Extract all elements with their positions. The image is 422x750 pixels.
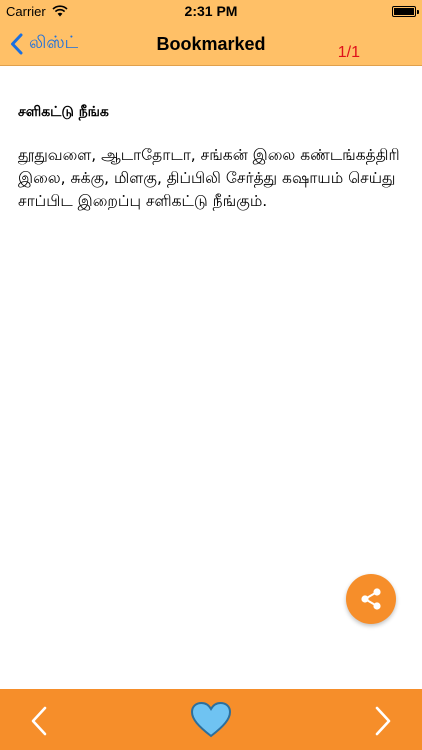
entry-content: சளிகட்டு நீங்க தூதுவளை, ஆடாதோடா, சங்கன் …	[18, 104, 408, 213]
favorite-button[interactable]	[190, 701, 232, 739]
heart-icon	[190, 701, 232, 738]
chevron-right-icon	[375, 706, 391, 736]
share-button[interactable]	[346, 574, 396, 624]
chevron-left-icon	[31, 706, 47, 736]
share-icon	[361, 588, 381, 610]
entry-body: தூதுவளை, ஆடாதோடா, சங்கன் இலை கண்டங்கத்தி…	[18, 146, 400, 210]
battery-icon	[392, 6, 419, 17]
status-time: 2:31 PM	[184, 3, 238, 19]
status-bar: Carrier 2:31 PM	[0, 0, 422, 22]
previous-button[interactable]	[26, 705, 54, 737]
page-counter: 1/1	[337, 44, 360, 61]
entry-title: சளிகட்டு நீங்க	[18, 104, 109, 120]
nav-bar: லிஸ்ட் Bookmarked 1/1	[0, 22, 422, 66]
next-button[interactable]	[368, 705, 396, 737]
bottom-toolbar	[0, 689, 422, 750]
